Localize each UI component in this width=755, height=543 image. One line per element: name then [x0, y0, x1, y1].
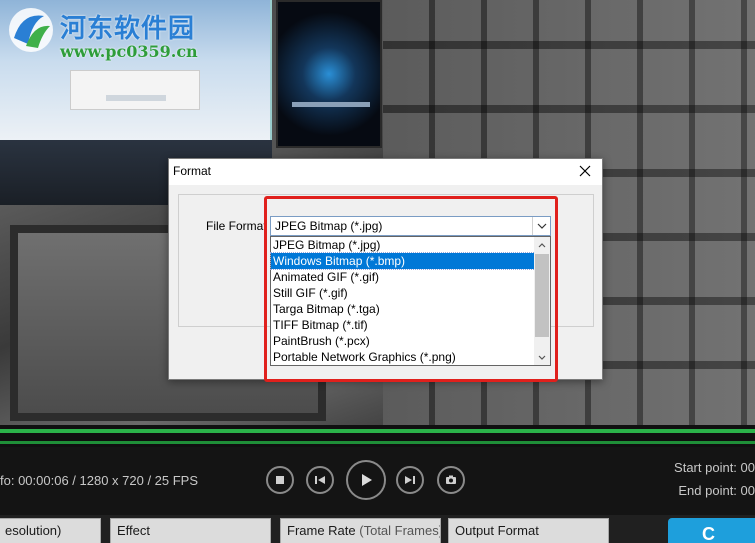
format-option-tga[interactable]: Targa Bitmap (*.tga): [271, 301, 535, 317]
tab-resolution-label: esolution): [5, 523, 62, 538]
camera-icon: [446, 475, 456, 484]
start-point-label: Start point: 00: [674, 460, 755, 475]
chevron-up-icon: [538, 242, 546, 247]
tab-effect[interactable]: Effect: [110, 518, 271, 543]
dropdown-scrollbar[interactable]: [534, 237, 550, 365]
watermark-url: www.pc0359.cn: [60, 42, 198, 61]
preview-dialog-graphic: [70, 70, 200, 110]
dialog-title-bar[interactable]: Format: [169, 159, 602, 185]
scroll-thumb[interactable]: [535, 254, 549, 337]
dialog-title: Format: [173, 164, 212, 178]
next-frame-button[interactable]: [396, 466, 424, 494]
play-button[interactable]: [346, 460, 386, 500]
file-format-selected-value: JPEG Bitmap (*.jpg): [275, 219, 383, 233]
skip-forward-icon: [405, 476, 415, 484]
convert-button[interactable]: C: [668, 518, 755, 543]
file-format-select[interactable]: JPEG Bitmap (*.jpg): [270, 216, 551, 236]
file-format-dropdown-list: JPEG Bitmap (*.jpg) Windows Bitmap (*.bm…: [270, 236, 551, 366]
close-icon[interactable]: [576, 162, 594, 180]
tab-output-format[interactable]: Output Format: [448, 518, 609, 543]
video-info: fo: 00:00:06 / 1280 x 720 / 25 FPS: [0, 473, 199, 488]
tab-effect-label: Effect: [117, 523, 151, 538]
timeline-track[interactable]: [0, 429, 755, 433]
tab-frame-rate-label: Frame Rate: [287, 523, 356, 538]
watermark-title: 河东软件园: [60, 14, 196, 44]
file-format-label: File Format: [206, 219, 267, 233]
scroll-up-button[interactable]: [534, 237, 550, 253]
format-option-jpg[interactable]: JPEG Bitmap (*.jpg): [271, 237, 535, 253]
timeline-range: [0, 441, 755, 444]
preview-caption-bar: [292, 102, 370, 107]
chevron-down-icon: [538, 355, 546, 360]
tab-frame-rate[interactable]: Frame Rate (Total Frames): [280, 518, 441, 543]
snapshot-button[interactable]: [437, 466, 465, 494]
scroll-down-button[interactable]: [534, 349, 550, 365]
format-option-bmp[interactable]: Windows Bitmap (*.bmp): [270, 252, 536, 270]
dropdown-toggle[interactable]: [532, 217, 550, 235]
skip-back-icon: [315, 476, 325, 484]
playback-controls: fo: 00:00:06 / 1280 x 720 / 25 FPS Start…: [0, 447, 755, 515]
stop-icon: [276, 476, 284, 484]
play-icon: [362, 474, 372, 486]
tab-output-format-label: Output Format: [455, 523, 539, 538]
chevron-down-icon: [537, 223, 546, 229]
tab-resolution[interactable]: esolution): [0, 518, 101, 543]
format-option-pcx[interactable]: PaintBrush (*.pcx): [271, 333, 535, 349]
tab-frame-rate-sublabel: (Total Frames): [359, 523, 441, 538]
format-dialog: Format File Format JPEG Bitmap (*.jpg) J…: [168, 158, 603, 380]
stop-button[interactable]: [266, 466, 294, 494]
preview-thumbnail-media-player: [276, 0, 382, 148]
timeline[interactable]: [0, 425, 755, 447]
format-option-still-gif[interactable]: Still GIF (*.gif): [271, 285, 535, 301]
watermark-logo-icon: [9, 8, 53, 52]
format-option-animated-gif[interactable]: Animated GIF (*.gif): [271, 269, 535, 285]
format-option-png[interactable]: Portable Network Graphics (*.png): [271, 349, 535, 365]
end-point-label: End point: 00: [678, 483, 755, 498]
format-option-tif[interactable]: TIFF Bitmap (*.tif): [271, 317, 535, 333]
previous-frame-button[interactable]: [306, 466, 334, 494]
settings-tab-bar: esolution) Effect Frame Rate (Total Fram…: [0, 515, 755, 543]
